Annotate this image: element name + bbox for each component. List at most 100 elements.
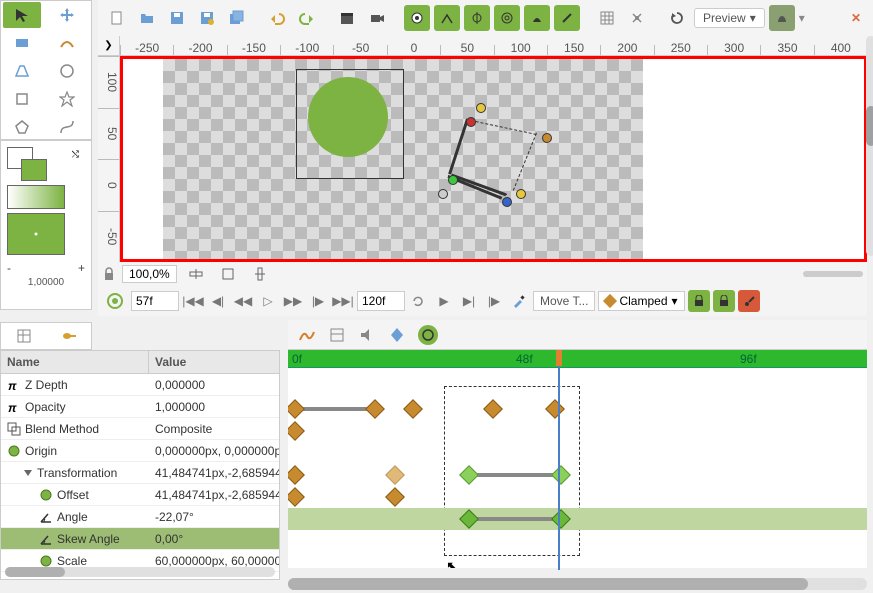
timeline-track[interactable] [288, 442, 867, 464]
save-button[interactable] [164, 5, 190, 31]
play-selection-button[interactable]: ▶ [433, 290, 455, 312]
transform-handle[interactable] [476, 103, 486, 113]
fit-vertical-button[interactable] [247, 261, 273, 287]
timeline-hscrollbar[interactable] [288, 578, 867, 590]
keyframe[interactable] [551, 509, 571, 529]
rectangle-tool[interactable] [3, 30, 41, 56]
timeline-playhead[interactable] [558, 350, 560, 570]
onion-skin-past[interactable] [404, 5, 430, 31]
timeline-track[interactable] [288, 508, 867, 530]
gradient-swatch[interactable] [7, 185, 65, 209]
animate-mode-icon[interactable] [102, 288, 128, 314]
horizontal-ruler[interactable]: -250-200-150-100-50050100150200250300350… [120, 36, 867, 56]
keyframe[interactable] [551, 465, 571, 485]
ruler-origin[interactable]: ❯ [98, 36, 120, 56]
new-file-button[interactable] [104, 5, 130, 31]
metadata-tab[interactable] [328, 326, 346, 344]
param-value[interactable]: 60,000000px, 60,000000px [149, 554, 279, 568]
smooth-tool[interactable] [48, 30, 86, 56]
param-row[interactable]: Skew Angle0,00° [1, 528, 279, 550]
keyframe[interactable] [459, 509, 479, 529]
timeline-track[interactable] [288, 398, 867, 420]
save-as-button[interactable] [194, 5, 220, 31]
onion-bone[interactable] [524, 5, 550, 31]
swap-colors-icon[interactable]: ⤭ [72, 149, 79, 160]
params-header-value[interactable]: Value [149, 351, 279, 373]
transform-handle[interactable] [438, 189, 448, 199]
params-tab-icon[interactable] [16, 328, 32, 344]
keyframe[interactable] [385, 487, 405, 507]
zoom-level-input[interactable]: 100,0% [122, 265, 177, 283]
fit-horizontal-button[interactable] [183, 261, 209, 287]
open-file-button[interactable] [134, 5, 160, 31]
timeline-track[interactable] [288, 486, 867, 508]
param-value[interactable]: 41,484741px,-2,685944px [149, 466, 279, 480]
perspective-tool[interactable] [3, 58, 41, 84]
fit-canvas-button[interactable] [215, 261, 241, 287]
transform-handle[interactable] [466, 117, 476, 127]
lock-icon[interactable] [102, 267, 116, 281]
snap-toggle-button[interactable] [624, 5, 650, 31]
prev-keyframe-button[interactable]: ◀| [207, 290, 229, 312]
param-value[interactable]: -22,07° [149, 510, 279, 524]
close-button[interactable]: ✕ [845, 11, 867, 25]
transform-handle[interactable] [502, 197, 512, 207]
transform-tool[interactable] [3, 2, 41, 28]
params-scrollbar[interactable] [5, 567, 275, 577]
step-back-button[interactable]: ◀◀ [232, 290, 254, 312]
save-all-button[interactable] [224, 5, 250, 31]
bound-left-button[interactable]: ▶| [458, 290, 480, 312]
keyframe[interactable] [545, 399, 565, 419]
param-row[interactable]: πZ Depth0,000000 [1, 374, 279, 396]
transform-manipulator[interactable] [438, 103, 548, 203]
transform-handle[interactable] [542, 133, 552, 143]
circle-layer[interactable] [308, 77, 388, 157]
sound-tab[interactable] [358, 326, 376, 344]
canvas-hscroll-mini[interactable] [803, 271, 863, 277]
keyframes-tab-icon[interactable] [61, 328, 77, 344]
eyedropper-button[interactable] [508, 290, 530, 312]
undo-button[interactable] [264, 5, 290, 31]
onion-show-guides[interactable] [464, 5, 490, 31]
goto-start-button[interactable]: |◀◀ [182, 290, 204, 312]
step-forward-button[interactable]: ▶▶ [282, 290, 304, 312]
transform-handle[interactable] [516, 189, 526, 199]
param-value[interactable]: 0,00° [149, 532, 279, 546]
refresh-button[interactable] [664, 5, 690, 31]
param-value[interactable]: 0,000000 [149, 378, 279, 392]
param-value[interactable]: Composite [149, 422, 279, 436]
move-tool[interactable] [48, 2, 86, 28]
active-tool-label[interactable]: Move T... [533, 291, 595, 311]
animate-toggle-button[interactable] [738, 290, 760, 312]
keyframe[interactable] [288, 487, 305, 507]
bound-right-button[interactable]: |▶ [483, 290, 505, 312]
square-tool[interactable] [3, 86, 41, 112]
play-button[interactable]: ▷ [257, 290, 279, 312]
clapperboard-icon[interactable] [334, 5, 360, 31]
current-frame-input[interactable] [131, 291, 179, 311]
keyframe[interactable] [365, 399, 385, 419]
next-keyframe-button[interactable]: |▶ [307, 290, 329, 312]
params-timeline-tab[interactable] [418, 325, 438, 345]
param-row[interactable]: Angle-22,07° [1, 506, 279, 528]
loop-button[interactable] [408, 290, 430, 312]
brush-size-decrease[interactable]: - [7, 261, 11, 275]
param-row[interactable]: πOpacity1,000000 [1, 396, 279, 418]
keyframe[interactable] [288, 421, 305, 441]
param-value[interactable]: 0,000000px, 0,000000px [149, 444, 279, 458]
curves-tab[interactable] [298, 326, 316, 344]
canvas-viewport[interactable] [120, 56, 867, 262]
param-row[interactable]: Transformation41,484741px,-2,685944px [1, 462, 279, 484]
keyframe[interactable] [459, 465, 479, 485]
interpolation-dropdown[interactable]: Clamped ▾ [598, 291, 684, 311]
lock-past-keyframes[interactable] [688, 290, 710, 312]
lock-future-keyframes[interactable] [713, 290, 735, 312]
param-value[interactable]: 1,000000 [149, 400, 279, 414]
param-row[interactable]: Offset41,484741px,-2,685944px [1, 484, 279, 506]
onion-show-grid[interactable] [494, 5, 520, 31]
param-row[interactable]: Origin0,000000px, 0,000000px [1, 440, 279, 462]
params-header-name[interactable]: Name [1, 351, 149, 373]
bezier-tool[interactable] [48, 114, 86, 140]
onion-pencil[interactable] [554, 5, 580, 31]
goto-end-button[interactable]: ▶▶| [332, 290, 354, 312]
